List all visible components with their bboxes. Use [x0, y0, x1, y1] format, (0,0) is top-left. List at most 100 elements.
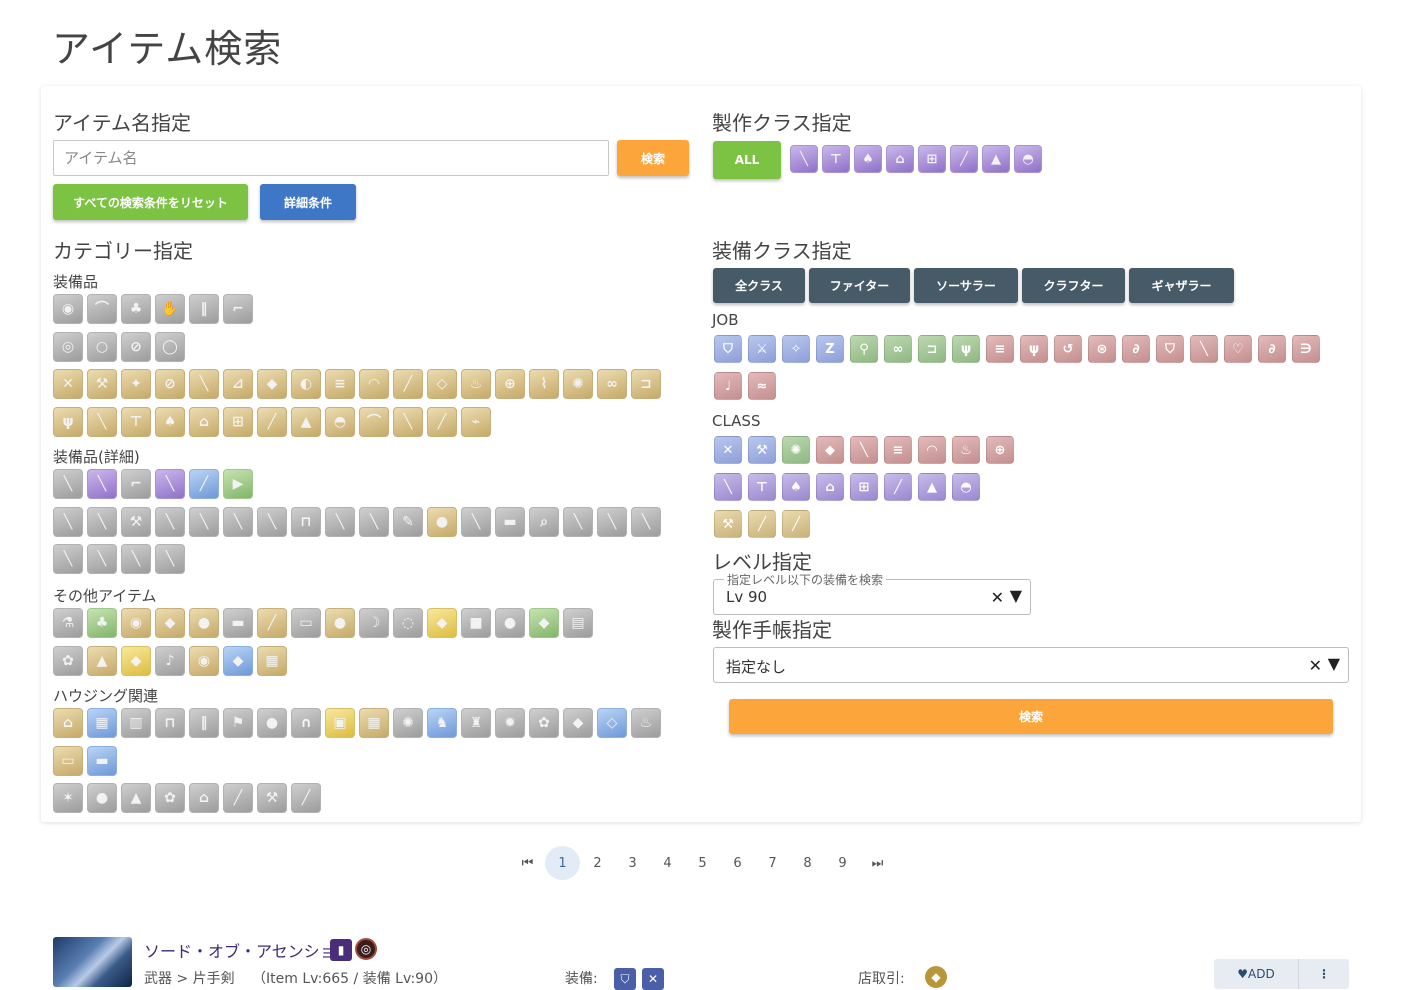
housing-misc-4-icon[interactable]: ✿	[155, 783, 185, 813]
crystal-detail-icon[interactable]: ╱	[189, 469, 219, 499]
garden-icon[interactable]: ✿	[529, 708, 559, 738]
leatherworker-class-icon[interactable]: ⊞	[850, 473, 878, 501]
level-select[interactable]: 指定レベル以下の装備を検索 Lv 90 ✕ ▼	[713, 571, 1031, 615]
window-icon[interactable]: ▥	[121, 708, 151, 738]
item-name-input[interactable]	[53, 140, 609, 176]
dye-icon[interactable]: ●	[495, 608, 525, 638]
gig-icon[interactable]: ⌁	[461, 407, 491, 437]
detail-12-icon[interactable]: ●	[427, 507, 457, 537]
alembic-icon[interactable]: ▲	[291, 407, 321, 437]
page-5[interactable]: 5	[685, 846, 720, 880]
herb-icon[interactable]: ♣	[87, 608, 117, 638]
furniture-icon[interactable]: ♞	[427, 708, 457, 738]
detail-2-icon[interactable]: ╲	[87, 507, 117, 537]
black-mage-icon[interactable]: ∂	[1258, 335, 1286, 363]
housing-misc-2-icon[interactable]: ●	[87, 783, 117, 813]
door-icon[interactable]: ⊓	[155, 708, 185, 738]
detail-conditions-button[interactable]: 詳細条件	[260, 184, 356, 220]
carpenter-icon[interactable]: ╲	[790, 145, 818, 173]
detail-16-icon[interactable]: ╲	[563, 507, 593, 537]
sword-detail-icon[interactable]: ╲	[53, 469, 83, 499]
armorer-class-icon[interactable]: ♠	[782, 473, 810, 501]
detail-4-icon[interactable]: ╲	[155, 507, 185, 537]
crystal-arm-icon[interactable]: ◇	[427, 369, 457, 399]
detail-21-icon[interactable]: ╲	[121, 544, 151, 574]
play-detail-icon[interactable]: ▶	[223, 469, 253, 499]
fisher-icon[interactable]: ╱	[782, 510, 810, 538]
detail-15-icon[interactable]: ⌕	[529, 507, 559, 537]
sage-icon[interactable]: ψ	[952, 335, 980, 363]
alchemist-icon[interactable]: ▲	[982, 145, 1010, 173]
detail-6-icon[interactable]: ╲	[223, 507, 253, 537]
book-icon[interactable]: ▭	[53, 746, 83, 776]
detail-14-icon[interactable]: ▬	[495, 507, 525, 537]
floor-icon[interactable]: ▦	[359, 708, 389, 738]
warrior-icon[interactable]: ⚔	[748, 335, 776, 363]
staff-arm-icon[interactable]: ╱	[393, 369, 423, 399]
metal-icon[interactable]: ▬	[223, 608, 253, 638]
clipboard-icon[interactable]: ▮	[330, 939, 352, 961]
archer-icon[interactable]: ◠	[918, 436, 946, 464]
chimney-icon[interactable]: ●	[257, 708, 287, 738]
pillar-icon[interactable]: ‖	[189, 708, 219, 738]
blade-arm-icon[interactable]: ≡	[325, 369, 355, 399]
scythe-detail-icon[interactable]: ⌐	[121, 469, 151, 499]
ninja-icon[interactable]: ↺	[1054, 335, 1082, 363]
body-armor-icon[interactable]: ⌒	[87, 294, 117, 324]
legs-icon[interactable]: ‖	[189, 294, 219, 324]
wand-detail-icon[interactable]: ╲	[87, 469, 117, 499]
mallet-icon[interactable]: ⌂	[189, 407, 219, 437]
detail-8-icon[interactable]: ⊓	[291, 507, 321, 537]
page-9[interactable]: 9	[825, 846, 860, 880]
housing-misc-1-icon[interactable]: ✶	[53, 783, 83, 813]
interior-wall-icon[interactable]: ▣	[325, 708, 355, 738]
dancer-icon[interactable]: ♡	[1224, 335, 1252, 363]
reaper-icon[interactable]: ∂	[1122, 335, 1150, 363]
materia-icon[interactable]: ▲	[87, 646, 117, 676]
arcanist-icon[interactable]: ⊕	[986, 436, 1014, 464]
detail-18-icon[interactable]: ╲	[631, 507, 661, 537]
bow-arm-icon[interactable]: ◠	[359, 369, 389, 399]
knife-icon[interactable]: ⊞	[223, 407, 253, 437]
trident-icon[interactable]: ψ	[53, 407, 83, 437]
gloves-icon[interactable]: ✋	[155, 294, 185, 324]
class-gatherer-button[interactable]: ギャザラー	[1129, 268, 1234, 303]
seed-icon[interactable]: ✿	[53, 646, 83, 676]
page-2[interactable]: 2	[580, 846, 615, 880]
detail-17-icon[interactable]: ╲	[597, 507, 627, 537]
pugilist-icon[interactable]: ◆	[816, 436, 844, 464]
name-search-button[interactable]: 検索	[617, 140, 689, 176]
weaver-icon[interactable]: ╱	[950, 145, 978, 173]
rod-icon[interactable]: ╱	[427, 407, 457, 437]
roof-icon[interactable]: ⌂	[53, 708, 83, 738]
lance-arm-icon[interactable]: ⊘	[155, 369, 185, 399]
machinist-icon[interactable]: ╲	[1190, 335, 1218, 363]
result-item-name[interactable]: ソード・オブ・アセンション	[144, 938, 352, 962]
misc-icon[interactable]: ▤	[563, 608, 593, 638]
level-clear-icon[interactable]: ✕	[991, 588, 1004, 607]
class-all-button[interactable]: 全クラス	[713, 268, 805, 303]
craft-all-button[interactable]: ALL	[713, 141, 781, 179]
culinarian-icon[interactable]: ◓	[1014, 145, 1042, 173]
add-favorite-button[interactable]: ♥ADD	[1214, 967, 1298, 981]
lancer-icon[interactable]: ╲	[850, 436, 878, 464]
thaumaturge-icon[interactable]: ♨	[952, 436, 980, 464]
part-icon[interactable]: ■	[461, 608, 491, 638]
flame-arm-icon[interactable]: ♨	[461, 369, 491, 399]
dragoon-icon[interactable]: ψ	[1020, 335, 1048, 363]
raising-hammer-icon[interactable]: ♠	[155, 407, 185, 437]
necklace-icon[interactable]: ◎	[53, 332, 83, 362]
last-page-icon[interactable]: ⏭	[860, 846, 895, 880]
hammer-icon[interactable]: ⊤	[121, 407, 151, 437]
goldsmith-class-icon[interactable]: ⌂	[816, 473, 844, 501]
detail-13-icon[interactable]: ╲	[461, 507, 491, 537]
ingredient-icon[interactable]: ◆	[427, 608, 457, 638]
lumber-icon[interactable]: ╱	[257, 608, 287, 638]
alchemist-class-icon[interactable]: ▲	[918, 473, 946, 501]
monk-icon[interactable]: ≡	[986, 335, 1014, 363]
bottom-search-button[interactable]: 検索	[729, 699, 1333, 734]
notebook-select[interactable]: 指定なし ✕ ▼	[713, 647, 1349, 683]
leather-icon[interactable]: ●	[325, 608, 355, 638]
gunbreaker-icon[interactable]: Z	[816, 335, 844, 363]
armorer-icon[interactable]: ♠	[854, 145, 882, 173]
